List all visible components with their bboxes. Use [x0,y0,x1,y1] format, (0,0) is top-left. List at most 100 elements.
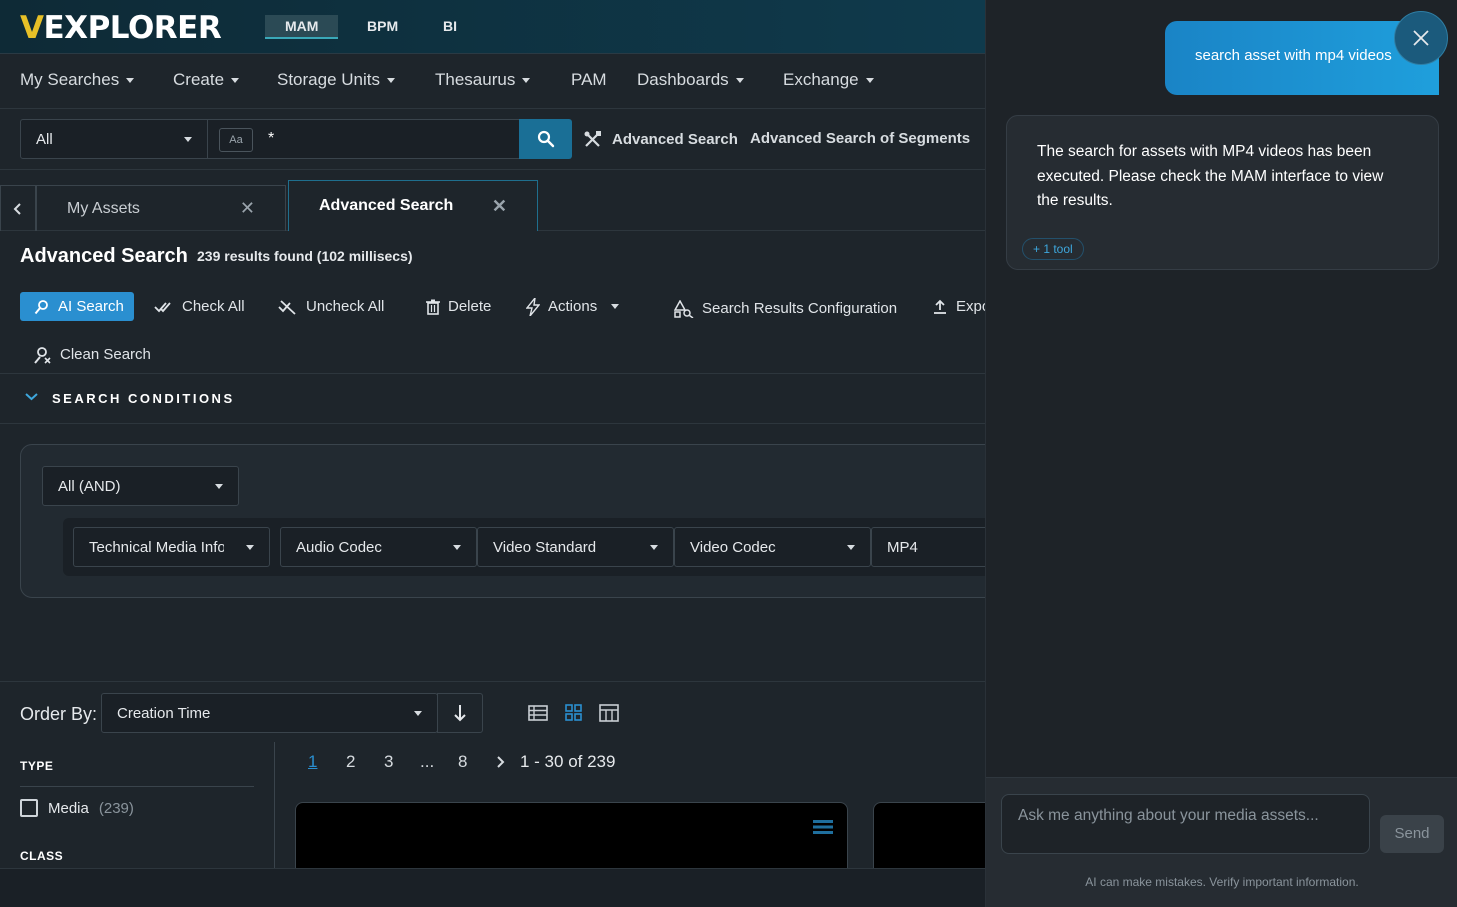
asset-card[interactable] [295,802,848,872]
ai-disclaimer: AI can make mistakes. Verify important i… [1085,875,1359,889]
caret-down-icon [126,77,135,83]
export-button[interactable]: Expo [928,292,985,321]
advanced-search-segments-link[interactable]: Advanced Search of Segments [750,130,970,147]
caret-down-icon [453,544,461,550]
chat-footer: Ask me anything about your media assets.… [986,777,1457,907]
tab-advanced-search[interactable]: Advanced Search ✕ [288,180,538,231]
chat-input[interactable]: Ask me anything about your media assets.… [1001,794,1370,854]
menu-create[interactable]: Create [173,70,240,90]
page-ellipsis: ... [420,752,435,771]
caret-down-icon [522,77,531,83]
menu-pam[interactable]: PAM [571,70,607,90]
close-icon[interactable]: ✕ [492,196,507,217]
menu-dashboards[interactable]: Dashboards [637,70,744,90]
config-search-icon [674,299,694,318]
clean-search-icon [34,346,51,364]
search-input[interactable]: Aa * [208,119,520,159]
condition-value-input[interactable]: MP4 [871,527,985,567]
search-results-config-button[interactable]: Search Results Configuration [670,294,901,323]
menu-storage-units[interactable]: Storage Units [277,70,395,90]
chevron-left-icon [13,202,21,215]
caret-down-icon [246,544,254,550]
page-8[interactable]: 8 [458,752,467,772]
advanced-search-link[interactable]: Advanced Search [583,130,738,149]
top-bar: VEXPLORER MAM BPM BI [0,0,985,54]
chevron-right-icon[interactable] [496,755,506,769]
media-checkbox[interactable] [20,799,38,817]
caret-down-icon [231,77,240,83]
close-icon[interactable]: ✕ [240,198,255,219]
double-check-icon [154,301,171,312]
menu-thesaurus[interactable]: Thesaurus [435,70,531,90]
tab-my-assets[interactable]: My Assets ✕ [36,185,286,231]
menu-exchange[interactable]: Exchange [783,70,874,90]
caret-down-icon [184,136,192,142]
case-sensitive-toggle[interactable]: Aa [219,128,253,152]
condition-field-select[interactable]: Technical Media Info [73,527,270,567]
chevron-down-icon [25,393,38,401]
clean-search-button[interactable]: Clean Search [28,340,155,369]
search-conditions-header[interactable]: SEARCH CONDITIONS [0,373,985,424]
table-view-icon[interactable] [599,704,619,722]
search-button[interactable] [519,119,572,159]
search-conditions-panel: All (AND) Technical Media Info Audio Cod… [20,444,985,598]
condition-video-standard-select[interactable]: Video Standard [477,527,674,567]
caret-down-icon [387,77,395,83]
search-row: All Aa * Advanced Search Advanced Search… [0,109,985,170]
tool-usage-badge[interactable]: + 1 tool [1022,238,1084,260]
condition-video-codec-select[interactable]: Video Codec [674,527,871,567]
menu-my-searches[interactable]: My Searches [20,70,135,90]
tabs-row: My Assets ✕ Advanced Search ✕ [0,170,985,231]
order-by-select[interactable]: Creation Time [101,693,438,733]
facet-vertical-divider [274,742,275,868]
caret-down-icon [865,77,874,83]
app-tab-mam[interactable]: MAM [265,15,339,39]
condition-operator-select[interactable]: All (AND) [42,466,239,506]
uncheck-all-button[interactable]: Uncheck All [274,292,388,321]
main-menu: My Searches Create Storage Units Thesaur… [0,54,985,109]
ai-message: The search for assets with MP4 videos ha… [1006,115,1439,270]
caret-down-icon [847,544,855,550]
tools-icon [584,131,601,147]
page-1[interactable]: 1 [308,752,317,772]
explorer-logo[interactable]: VEXPLORER [20,10,222,46]
grid-view-icon[interactable] [564,704,584,722]
list-view-icon[interactable] [528,704,548,722]
check-all-button[interactable]: Check All [150,292,249,321]
asset-card[interactable] [873,802,985,872]
chat-close-button[interactable] [1394,11,1448,65]
arrow-down-icon [454,705,466,722]
tabs-back-button[interactable] [0,185,36,231]
condition-audio-codec-select[interactable]: Audio Codec [280,527,477,567]
search-scope-select[interactable]: All [20,119,208,159]
status-bar [0,868,985,907]
sort-direction-button[interactable] [437,693,483,733]
app-tab-bpm[interactable]: BPM [347,15,418,39]
facet-type-heading: TYPE [20,759,54,773]
upload-icon [934,299,946,314]
page-2[interactable]: 2 [346,752,355,772]
search-query-text: * [268,130,275,147]
caret-down-icon [735,77,744,83]
close-icon [1413,30,1429,46]
send-button[interactable]: Send [1380,815,1444,853]
caret-down-icon [414,710,422,716]
caret-down-icon [650,544,658,550]
card-menu-icon[interactable] [813,819,833,835]
ai-search-icon [34,299,48,314]
facet-media-item[interactable]: Media (239) [20,799,134,817]
facet-class-heading: CLASS [20,849,64,863]
ai-chat-panel: search asset with mp4 videos The search … [985,0,1457,907]
page-3[interactable]: 3 [384,752,393,772]
lightning-icon [526,297,540,316]
results-range: 1 - 30 of 239 [520,752,616,771]
actions-button[interactable]: Actions [522,292,623,321]
caret-down-icon [215,483,223,489]
order-by-row: Order By: Creation Time [0,681,985,741]
search-icon [537,130,554,148]
condition-row: Technical Media Info Audio Codec Video S… [63,518,985,576]
ai-search-button[interactable]: AI Search [20,292,134,321]
app-tab-bi[interactable]: BI [423,15,477,39]
delete-button[interactable]: Delete [422,292,495,321]
search-conditions-title: SEARCH CONDITIONS [52,391,235,406]
